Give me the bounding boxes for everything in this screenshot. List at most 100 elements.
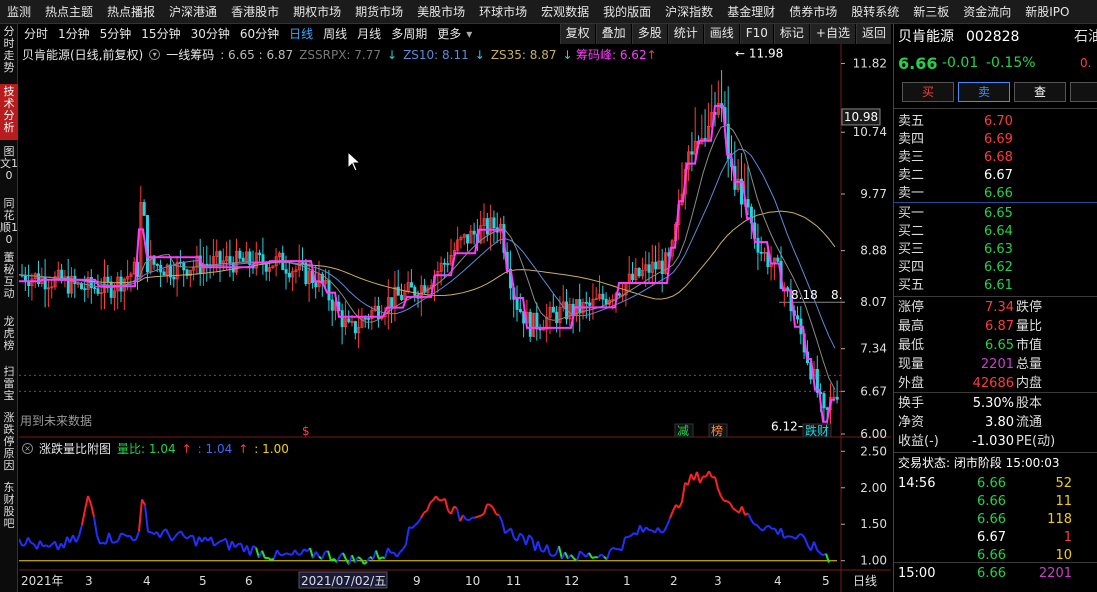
left-tab[interactable]: 东财股吧 bbox=[0, 480, 18, 542]
event-marker[interactable]: 减 bbox=[677, 424, 689, 438]
event-marker[interactable]: 榜 bbox=[711, 423, 723, 438]
tool-button[interactable]: 多股 bbox=[631, 24, 667, 44]
zssrpx-label: ZSSRPX: 7.77 bbox=[299, 47, 381, 62]
menu-item[interactable]: 基金理财 bbox=[720, 0, 782, 23]
zs35-line bbox=[19, 210, 836, 300]
volume-ratio-segment bbox=[417, 517, 422, 523]
more-button[interactable] bbox=[1070, 82, 1097, 102]
bid-row: 买三 6.63 bbox=[894, 240, 1097, 259]
period-tab[interactable]: 5分钟 bbox=[95, 24, 137, 44]
menu-item[interactable]: 股转系统 bbox=[844, 0, 906, 23]
volume-ratio-segment bbox=[138, 499, 143, 532]
period-tab[interactable]: 周线 bbox=[318, 24, 352, 44]
query-button[interactable]: 查 bbox=[1014, 82, 1066, 102]
tool-button[interactable]: F10 bbox=[739, 24, 773, 44]
menu-item[interactable]: 监测 bbox=[0, 0, 38, 23]
menu-item[interactable]: 期权市场 bbox=[286, 0, 348, 23]
volume-ratio-segment bbox=[249, 545, 254, 556]
tool-button[interactable]: 统计 bbox=[667, 24, 703, 44]
stat-row: 现量 2201 总量 bbox=[894, 355, 1097, 374]
price-tick-label: 8.07 bbox=[860, 295, 887, 309]
menu-item[interactable]: 热点主题 bbox=[38, 0, 100, 23]
volume-ratio-chart[interactable]: 2.50 2.00 1.50 1.00 2021年 3 4 5 6 2021/07/02/五 9 10… bbox=[19, 438, 891, 592]
period-tab[interactable]: 月线 bbox=[352, 24, 386, 44]
left-tab[interactable]: 扫雷宝 bbox=[0, 364, 18, 408]
divider bbox=[894, 562, 1097, 563]
left-tab[interactable]: 图文10 bbox=[0, 144, 18, 194]
menu-item[interactable]: 新三板 bbox=[906, 0, 956, 23]
menu-item[interactable]: 债券市场 bbox=[782, 0, 844, 23]
lb2-label: : 1.04 bbox=[197, 441, 233, 456]
volume-ratio-segment bbox=[480, 512, 485, 517]
candle-body bbox=[264, 263, 268, 272]
candle-body bbox=[205, 263, 209, 266]
left-tab[interactable]: 董秘互动 bbox=[0, 250, 18, 310]
time-tick-label: 9 bbox=[413, 574, 421, 588]
sell-button[interactable]: 卖 bbox=[958, 82, 1010, 102]
period-tab[interactable]: 1分钟 bbox=[53, 24, 95, 44]
sub-tick-label: 1.50 bbox=[860, 517, 887, 531]
stat-label: 流通 bbox=[1016, 415, 1043, 430]
period-tab[interactable]: 日线 bbox=[284, 24, 318, 44]
tool-button[interactable]: 画线 bbox=[703, 24, 739, 44]
left-tab[interactable]: 分时走势 bbox=[0, 24, 18, 84]
time-axis-period[interactable]: 日线 bbox=[853, 574, 877, 588]
period-tab[interactable]: 15分钟 bbox=[136, 24, 185, 44]
ask-label: 卖五 bbox=[898, 114, 925, 129]
left-tab[interactable]: 龙虎榜 bbox=[0, 314, 18, 360]
period-tab[interactable]: 30分钟 bbox=[186, 24, 235, 44]
candlestick-chart[interactable]: 11.82 10.74 9.77 8.88 8.07 7.34 6.67 6.00 10.98 ←… bbox=[19, 44, 891, 438]
left-tab[interactable]: 涨跌停原因 bbox=[0, 410, 18, 476]
candle-body bbox=[367, 318, 371, 320]
volume-ratio-segment bbox=[687, 473, 692, 486]
tool-button[interactable]: 复权 bbox=[559, 24, 595, 44]
volume-ratio-segment bbox=[309, 547, 314, 559]
period-tab[interactable]: 多周期 bbox=[386, 24, 432, 44]
candle-body bbox=[515, 298, 519, 310]
event-marker[interactable]: $ bbox=[302, 424, 310, 438]
menu-item[interactable]: 沪深港通 bbox=[162, 0, 224, 23]
stat-label: 市值 bbox=[1016, 338, 1043, 353]
menu-item[interactable]: 我的版面 bbox=[596, 0, 658, 23]
menu-item[interactable]: 期货市场 bbox=[348, 0, 410, 23]
buy-button[interactable]: 买 bbox=[902, 82, 954, 102]
close-icon[interactable]: × bbox=[22, 443, 33, 454]
high-annotation: ← 11.98 bbox=[735, 46, 783, 60]
tool-button[interactable]: 返回 bbox=[855, 24, 891, 44]
volume-ratio-segment bbox=[708, 470, 713, 478]
period-tab[interactable]: 60分钟 bbox=[235, 24, 284, 44]
candle-body bbox=[80, 283, 84, 290]
candle-body bbox=[340, 310, 344, 328]
tool-button[interactable]: 叠加 bbox=[595, 24, 631, 44]
menu-item[interactable]: 新股IPO bbox=[1018, 0, 1076, 23]
candle-body bbox=[162, 271, 166, 276]
sector-name[interactable]: 石油 bbox=[1074, 28, 1097, 47]
down-arrow-icon: ↓ bbox=[387, 47, 398, 62]
period-tab[interactable]: 分时 bbox=[19, 24, 53, 44]
menu-item[interactable]: 香港股市 bbox=[224, 0, 286, 23]
left-tab[interactable]: 技术分析 bbox=[0, 84, 18, 140]
tool-button[interactable]: +自选 bbox=[809, 24, 855, 44]
sub-tick-label: 2.00 bbox=[860, 481, 887, 495]
ask-price: 6.68 bbox=[984, 150, 1013, 165]
bid-row: 买一 6.65 bbox=[894, 204, 1097, 223]
tool-button[interactable]: 标记 bbox=[773, 24, 809, 44]
menu-item[interactable]: 环球市场 bbox=[472, 0, 534, 23]
event-marker[interactable]: 跌财 bbox=[805, 423, 829, 438]
menu-item[interactable]: 宏观数据 bbox=[534, 0, 596, 23]
candle-body bbox=[588, 302, 592, 306]
menu-item[interactable]: 资金流向 bbox=[956, 0, 1018, 23]
sub-tick-label: 1.00 bbox=[860, 554, 887, 568]
menu-item[interactable]: 沪深指数 bbox=[658, 0, 720, 23]
menu-item[interactable]: 热点播报 bbox=[100, 0, 162, 23]
indicator-dropdown-icon[interactable]: ▾ bbox=[149, 49, 161, 60]
ask-row: 卖一 6.66 bbox=[894, 184, 1097, 203]
ask-price: 6.69 bbox=[984, 132, 1013, 147]
candle-body bbox=[172, 276, 176, 280]
period-tab[interactable]: 更多 bbox=[432, 24, 466, 44]
menu-item[interactable]: 美股市场 bbox=[410, 0, 472, 23]
ask-row: 卖二 6.67 bbox=[894, 166, 1097, 185]
left-tab[interactable]: 同花顺10 bbox=[0, 196, 18, 248]
time-tick-label: 10 bbox=[465, 574, 480, 588]
ask-label: 卖三 bbox=[898, 150, 925, 165]
